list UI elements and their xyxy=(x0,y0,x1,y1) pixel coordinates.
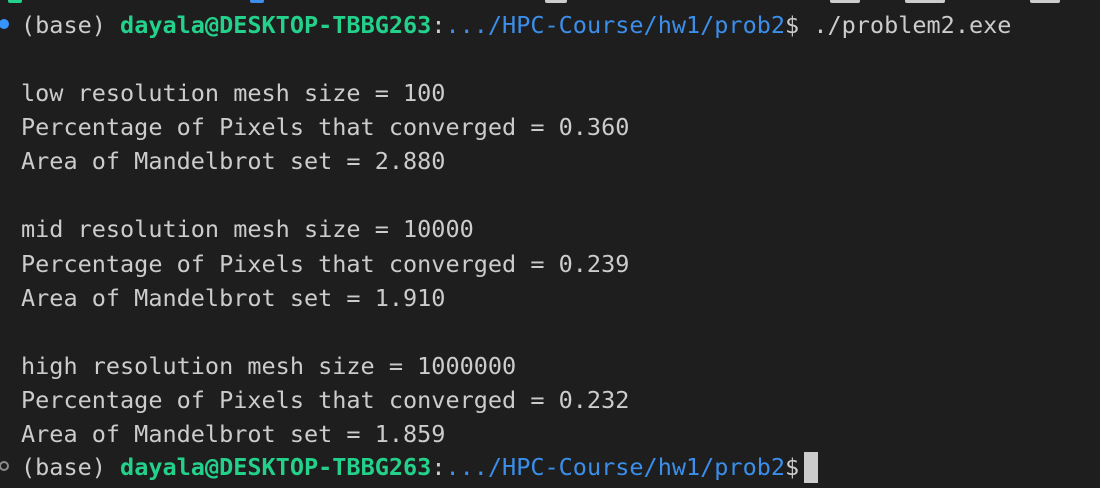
prompt-symbol: $ xyxy=(785,11,800,39)
user-host: dayala@DESKTOP-TBBG263 xyxy=(120,453,432,481)
output-line: Percentage of Pixels that converged = 0.… xyxy=(21,250,630,278)
conda-env: (base) xyxy=(21,453,121,481)
working-directory: .../HPC-Course/hw1/prob2 xyxy=(445,453,786,481)
output-line: Percentage of Pixels that converged = 0.… xyxy=(21,113,630,141)
command-idle-icon[interactable] xyxy=(0,461,9,471)
conda-env: (base) xyxy=(21,11,121,39)
output-line: Area of Mandelbrot set = 2.880 xyxy=(21,147,446,175)
prompt-line-2[interactable]: (base) dayala@DESKTOP-TBBG263:.../HPC-Co… xyxy=(21,452,819,483)
command-success-icon[interactable] xyxy=(0,19,9,29)
output-line: Percentage of Pixels that converged = 0.… xyxy=(21,386,630,414)
working-directory: .../HPC-Course/hw1/prob2 xyxy=(445,11,786,39)
output-line: mid resolution mesh size = 10000 xyxy=(21,215,474,243)
prompt-symbol: $ xyxy=(785,453,800,481)
text-cursor[interactable] xyxy=(804,452,819,483)
output-line: high resolution mesh size = 1000000 xyxy=(21,352,517,380)
executed-command: ./problem2.exe xyxy=(799,11,1012,39)
prompt-separator: : xyxy=(431,453,446,481)
terminal-panel[interactable]: (base) dayala@DESKTOP-TBBG263:.../HPC-Co… xyxy=(0,0,1100,488)
output-line: Area of Mandelbrot set = 1.859 xyxy=(21,420,446,448)
prompt-line-1: (base) dayala@DESKTOP-TBBG263:.../HPC-Co… xyxy=(21,10,1011,40)
prompt-separator: : xyxy=(431,11,446,39)
user-host: dayala@DESKTOP-TBBG263 xyxy=(120,11,432,39)
output-line: low resolution mesh size = 100 xyxy=(21,79,446,107)
output-line: Area of Mandelbrot set = 1.910 xyxy=(21,284,446,312)
